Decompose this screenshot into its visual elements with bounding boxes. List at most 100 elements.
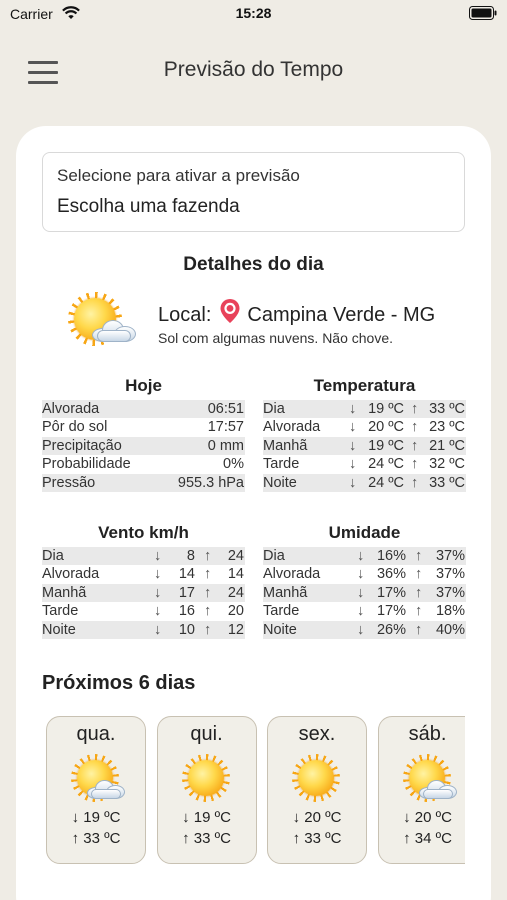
row-value: 0%: [223, 456, 244, 473]
next-days-strip[interactable]: qua. ↓ 19 ºC ↑ 33 ºC qui. ↓ 19 ºC ↑ 33 ºC sex.…: [42, 714, 465, 866]
row-max: 33 ºC: [429, 474, 465, 491]
table-row: Alvorada 06:51: [42, 400, 245, 419]
row-max: 24: [227, 584, 244, 601]
row-min: 16: [178, 603, 195, 620]
temperature-table: Temperatura Dia ↓ 19 ºC ↑ 33 ºC Alvorada ↓ 20 º…: [263, 376, 466, 492]
table-row: Dia ↓ 19 ºC ↑ 33 ºC: [263, 400, 466, 419]
arrow-up-icon: ↑: [403, 830, 411, 847]
main-card: Selecione para ativar a previsão Escolha…: [16, 126, 491, 900]
arrow-up-icon: ↑: [411, 437, 419, 454]
row-max: 14: [227, 566, 244, 583]
arrow-down-icon: ↓: [349, 401, 357, 417]
clock-time: 15:28: [235, 5, 272, 21]
row-max: 37%: [435, 566, 465, 583]
day-card[interactable]: qua. ↓ 19 ºC ↑ 33 ºC: [46, 716, 146, 864]
row-max: 18%: [435, 603, 465, 620]
farm-select[interactable]: Selecione para ativar a previsão Escolha…: [42, 152, 465, 232]
row-min: 17%: [376, 584, 406, 601]
sun-cloud-icon: [401, 753, 457, 805]
weather-description: Sol com algumas nuvens. Não chove.: [158, 330, 394, 346]
row-value: 17:57: [207, 419, 244, 436]
row-min: 26%: [376, 621, 406, 638]
arrow-down-icon: ↓: [182, 809, 190, 826]
row-label: Manhã: [263, 584, 308, 601]
table-row: Pôr do sol 17:57: [42, 418, 245, 436]
day-max-temp: ↑ 33 ºC: [268, 830, 366, 847]
day-name: sáb.: [408, 723, 447, 745]
row-label: Pôr do sol: [42, 419, 108, 436]
arrow-up-icon: ↑: [204, 584, 212, 601]
app-header: Previsão do Tempo: [0, 44, 507, 96]
row-value: 955.3 hPa: [177, 474, 244, 491]
arrow-down-icon: ↓: [349, 419, 357, 436]
details-title: Detalhes do dia: [183, 254, 324, 275]
arrow-up-icon: ↑: [204, 621, 212, 638]
arrow-down-icon: ↓: [357, 584, 365, 601]
table-row: Dia ↓ 16% ↑ 37%: [263, 547, 466, 566]
day-min-temp: ↓ 19 ºC: [158, 809, 256, 826]
day-card[interactable]: sáb. ↓ 20 ºC ↑ 34 ºC: [377, 716, 466, 864]
map-pin-icon: [219, 298, 241, 330]
table-row: Dia ↓ 8 ↑ 24: [42, 547, 245, 566]
row-max: 37%: [435, 548, 465, 564]
row-min: 24 ºC: [368, 474, 404, 491]
table-row: Noite ↓ 24 ºC ↑ 33 ºC: [263, 473, 466, 492]
arrow-up-icon: ↑: [204, 566, 212, 583]
arrow-up-icon: ↑: [411, 401, 419, 417]
day-max-temp: ↑ 33 ºC: [47, 830, 145, 847]
arrow-up-icon: ↑: [204, 548, 212, 564]
table-row: Tarde ↓ 16 ↑ 20: [42, 602, 245, 620]
day-max-temp: ↑ 34 ºC: [379, 830, 466, 847]
row-min: 19 ºC: [368, 401, 404, 417]
row-max: 33 ºC: [429, 401, 465, 417]
arrow-down-icon: ↓: [357, 548, 365, 564]
arrow-up-icon: ↑: [204, 603, 212, 620]
day-card[interactable]: sex. ↓ 20 ºC ↑ 33 ºC: [267, 716, 367, 864]
farm-select-hint: Selecione para ativar a previsão: [57, 166, 300, 185]
row-value: 06:51: [207, 401, 244, 417]
arrow-down-icon: ↓: [349, 456, 357, 473]
wind-title: Vento km/h: [98, 523, 189, 542]
row-max: 23 ºC: [429, 419, 465, 436]
arrow-down-icon: ↓: [154, 584, 162, 601]
table-row: Probabilidade 0%: [42, 455, 245, 473]
table-row: Alvorada ↓ 36% ↑ 37%: [263, 565, 466, 583]
row-label: Precipitação: [42, 437, 122, 454]
arrow-down-icon: ↓: [357, 603, 365, 620]
sun-icon: [290, 753, 346, 805]
battery-icon: [469, 6, 497, 23]
table-row: Manhã ↓ 19 ºC ↑ 21 ºC: [263, 436, 466, 456]
row-min: 17%: [376, 603, 406, 620]
arrow-up-icon: ↑: [415, 603, 423, 620]
row-label: Noite: [42, 621, 76, 638]
arrow-down-icon: ↓: [349, 437, 357, 454]
table-row: Manhã ↓ 17 ↑ 24: [42, 583, 245, 603]
day-card[interactable]: qui. ↓ 19 ºC ↑ 33 ºC: [156, 716, 257, 864]
arrow-up-icon: ↑: [182, 830, 190, 847]
row-min: 16%: [376, 548, 406, 564]
arrow-up-icon: ↑: [415, 548, 423, 564]
day-max-value: 33 ºC: [193, 830, 231, 847]
row-max: 40%: [435, 621, 465, 638]
arrow-down-icon: ↓: [154, 566, 162, 583]
day-max-value: 34 ºC: [414, 830, 452, 847]
sun-cloud-icon: [66, 288, 138, 354]
row-min: 20 ºC: [368, 419, 404, 436]
row-label: Manhã: [263, 437, 308, 454]
day-min-temp: ↓ 20 ºC: [379, 809, 466, 826]
location-name: Campina Verde - MG: [247, 304, 436, 326]
row-max: 12: [227, 621, 244, 638]
day-name: sex.: [298, 723, 336, 745]
row-label: Alvorada: [42, 566, 100, 583]
arrow-up-icon: ↑: [71, 830, 80, 847]
status-bar: Carrier 15:28: [0, 0, 507, 28]
wind-table: Vento km/h Dia ↓ 8 ↑ 24 Alvorada ↓ 14 ↑ 14 Manhã ↓ 1…: [42, 523, 245, 639]
arrow-down-icon: ↓: [154, 603, 162, 620]
arrow-up-icon: ↑: [415, 584, 423, 601]
row-min: 10: [178, 621, 195, 638]
row-min: 8: [186, 548, 195, 564]
today-title: Hoje: [125, 376, 162, 395]
row-label: Dia: [263, 401, 285, 417]
temperature-title: Temperatura: [313, 376, 416, 395]
table-row: Tarde ↓ 24 ºC ↑ 32 ºC: [263, 455, 466, 473]
